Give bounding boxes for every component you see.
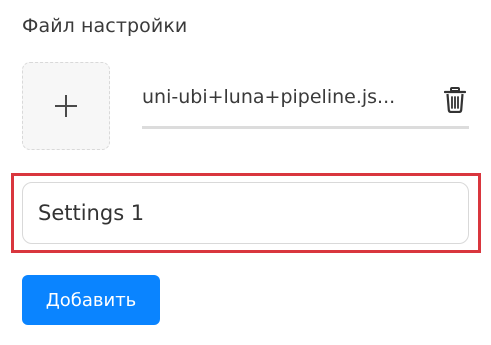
delete-file-button[interactable] [440,84,470,116]
add-button[interactable]: Добавить [22,275,160,325]
file-name-underline [142,126,469,129]
settings-name-input[interactable] [22,182,469,244]
trash-icon [444,87,466,113]
file-name: uni-ubi+luna+pipeline.js... [142,86,396,108]
settings-file-label: Файл настройки [22,15,188,37]
upload-file-button[interactable] [22,62,110,150]
plus-icon [55,95,77,117]
